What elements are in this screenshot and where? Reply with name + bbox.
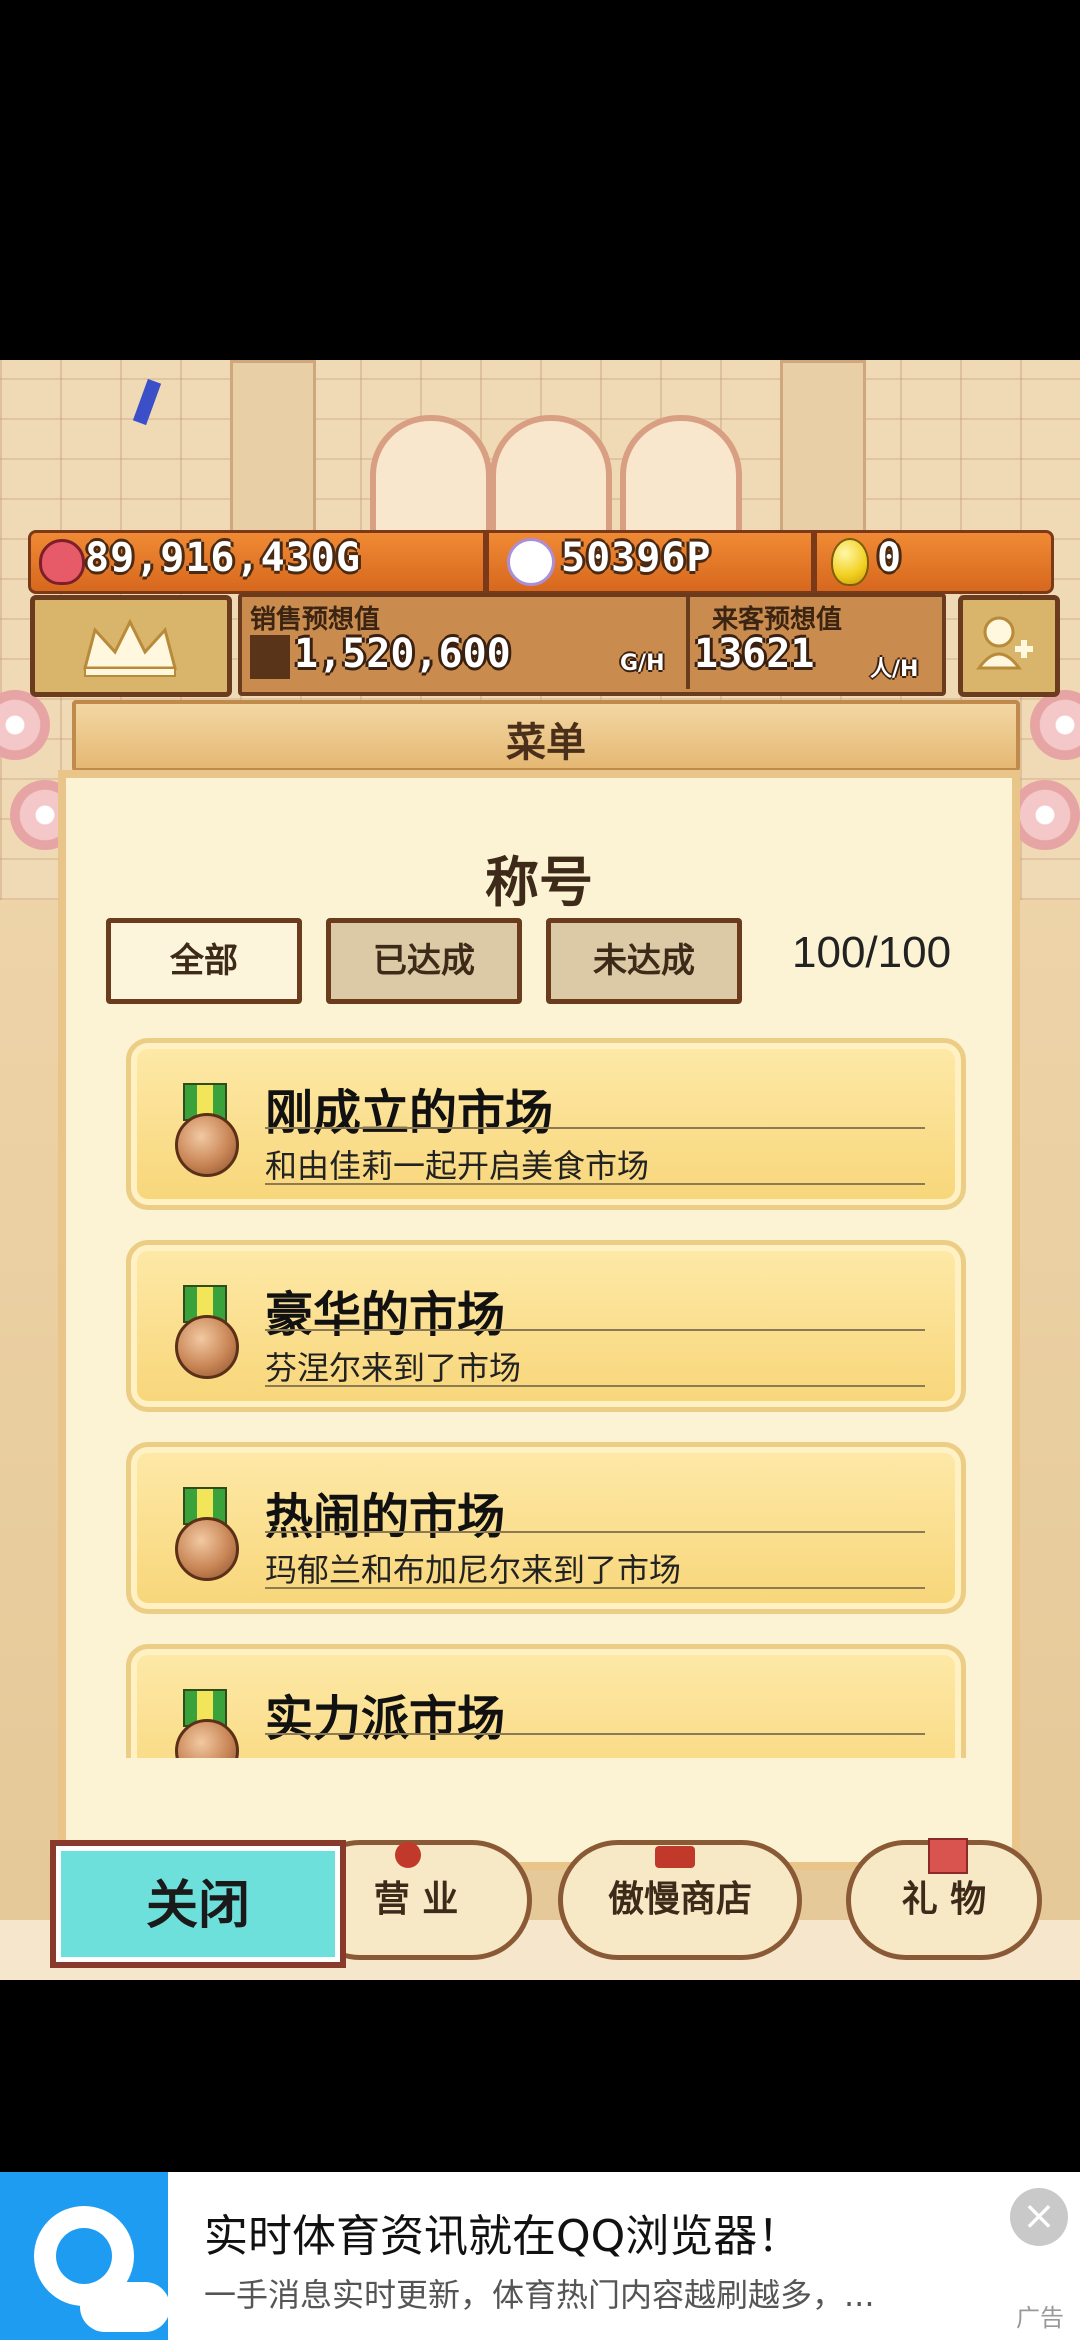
title-card[interactable]: 热闹的市场 玛郁兰和布加尼尔来到了市场 [126, 1442, 966, 1614]
tab-all[interactable]: 全部 [106, 918, 302, 1004]
divider-line [265, 1329, 925, 1331]
sales-slot [250, 635, 290, 679]
close-icon[interactable]: × [1010, 2188, 1068, 2246]
business-label: 营 业 [373, 1879, 459, 1920]
divider-line [265, 1183, 925, 1185]
add-friend-button[interactable] [958, 595, 1060, 697]
ad-title[interactable]: 实时体育资讯就在QQ浏览器！ [204, 2200, 801, 2264]
ad-label: 广告 [1016, 2304, 1064, 2332]
title-name: 刚成立的市场 [265, 1085, 554, 1141]
money-bag-icon [39, 539, 85, 585]
title-card[interactable]: 豪华的市场 芬涅尔来到了市场 [126, 1240, 966, 1412]
title-card[interactable]: 刚成立的市场 和由佳莉一起开启美食市场 [126, 1038, 966, 1210]
title-description: 玛郁兰和布加尼尔来到了市场 [265, 1551, 682, 1589]
forecast-panel: 销售预想值 1,520,600 G/H 来客预想值 13621 人/H [238, 593, 946, 696]
egg-icon [831, 538, 869, 586]
stats-divider [686, 597, 690, 689]
medal-icon [175, 1315, 239, 1379]
title-description: 芬涅尔来到了市场 [265, 1349, 522, 1387]
menu-title: 菜单 [506, 720, 586, 766]
gold-amount: 89,916,430G [85, 535, 361, 581]
medal-icon [175, 1517, 239, 1581]
hud-divider [811, 533, 817, 591]
qq-browser-logo [0, 2172, 168, 2340]
divider-line [265, 1531, 925, 1533]
sales-forecast-value: 1,520,600 [294, 631, 511, 677]
egg-amount: 0 [877, 535, 903, 581]
visitor-forecast-value: 13621 [694, 631, 815, 677]
currency-bar: 89,916,430G 50396P 0 [28, 530, 1054, 594]
game-viewport: 89,916,430G 50396P 0 销售预想值 1,520,600 G/H… [0, 360, 1080, 1980]
title-card[interactable]: 实力派市场 [126, 1644, 966, 1758]
gift-label: 礼 物 [901, 1879, 987, 1920]
gift-icon [928, 1838, 968, 1874]
points-amount: 50396P [561, 535, 712, 581]
title-name: 豪华的市场 [265, 1287, 506, 1343]
divider-line [265, 1385, 925, 1387]
add-friend-icon [976, 616, 1033, 670]
shop-label: 傲慢商店 [607, 1879, 752, 1920]
menu-header: 菜单 [72, 700, 1020, 772]
ad-banner[interactable]: 实时体育资讯就在QQ浏览器！ 一手消息实时更新，体育热门内容越刷越多，... ×… [0, 2172, 1080, 2340]
title-list[interactable]: 刚成立的市场 和由佳莉一起开启美食市场 豪华的市场 芬涅尔来到了市场 热闹的市场… [106, 1038, 986, 1758]
ad-description[interactable]: 一手消息实时更新，体育热门内容越刷越多，... [204, 2270, 944, 2316]
title-name: 热闹的市场 [265, 1489, 506, 1545]
tab-achieved[interactable]: 已达成 [326, 918, 522, 1004]
title-name: 实力派市场 [265, 1691, 506, 1747]
title-progress: 100/100 [792, 928, 952, 977]
divider-line [265, 1127, 925, 1129]
divider-line [265, 1587, 925, 1589]
tab-not-achieved[interactable]: 未达成 [546, 918, 742, 1004]
medal-icon [175, 1113, 239, 1177]
hat-icon [655, 1846, 695, 1868]
close-button[interactable]: 关闭 [50, 1840, 346, 1968]
smile-icon [507, 538, 555, 586]
menu-panel: 称号 全部 已达成 未达成 100/100 刚成立的市场 和由佳莉一起开启美食市… [58, 770, 1020, 1870]
title-description: 和由佳莉一起开启美食市场 [265, 1147, 650, 1185]
visitor-unit: 人/H [870, 657, 919, 682]
sales-unit: G/H [620, 651, 665, 676]
flower-decoration [1010, 780, 1080, 850]
crown-button[interactable] [30, 595, 232, 697]
hud-divider [483, 533, 489, 591]
section-title: 称号 [485, 851, 593, 914]
divider-line [265, 1733, 925, 1735]
crown-icon [83, 618, 177, 677]
ladle-icon [395, 1842, 421, 1868]
